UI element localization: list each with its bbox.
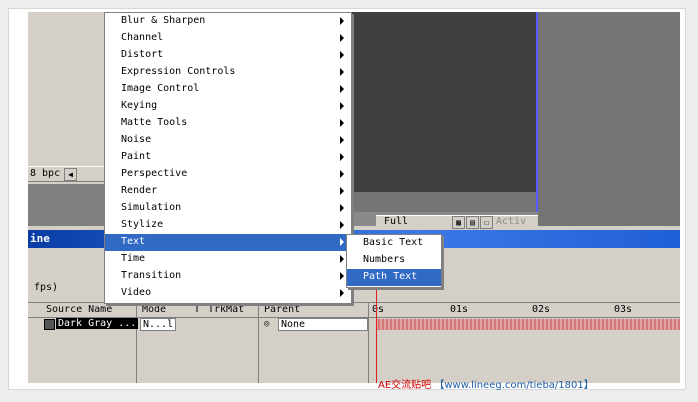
col-trkmat[interactable]: TrkMat — [208, 304, 244, 315]
submenu-arrow-icon — [340, 289, 344, 297]
column-divider — [258, 302, 259, 383]
grid-icon[interactable]: ▦ — [452, 216, 465, 229]
watermark: AE交流贴吧 【www.lineeg.com/tieba/1801】 — [378, 376, 594, 391]
submenu-arrow-icon — [340, 51, 344, 59]
bpc-label[interactable]: 8 bpc — [30, 168, 60, 179]
menu-item-paint[interactable]: Paint — [105, 149, 351, 166]
channel-icon[interactable]: ▤ — [466, 216, 479, 229]
column-divider — [368, 302, 369, 383]
after-effects-window: Full ▦ ▤ ☐ Activ 8 bpc ◀ ine fps) Source… — [28, 12, 680, 383]
region-icon[interactable]: ☐ — [480, 216, 493, 229]
submenu-arrow-icon — [340, 170, 344, 178]
ruler-tick-0: 0s — [372, 304, 385, 315]
submenu-item-numbers[interactable]: Numbers — [347, 252, 441, 269]
column-divider — [136, 302, 137, 383]
menu-item-noise[interactable]: Noise — [105, 132, 351, 149]
menu-item-text[interactable]: Text — [105, 234, 351, 251]
effect-menu: Blur & Sharpen Channel Distort Expressio… — [104, 12, 352, 304]
menu-item-channel[interactable]: Channel — [105, 30, 351, 47]
label-color-swatch[interactable] — [44, 319, 55, 330]
menu-item-matte-tools[interactable]: Matte Tools — [105, 115, 351, 132]
fps-label: fps) — [34, 282, 59, 293]
submenu-arrow-icon — [340, 119, 344, 127]
submenu-arrow-icon — [340, 102, 344, 110]
submenu-arrow-icon — [340, 68, 344, 76]
menu-item-time[interactable]: Time — [105, 251, 351, 268]
watermark-brand: AE交流贴吧 — [378, 380, 432, 391]
ruler-tick-3: 03s — [614, 304, 633, 315]
col-mode[interactable]: Mode — [142, 304, 166, 315]
scroll-left-icon[interactable]: ◀ — [64, 168, 77, 181]
submenu-arrow-icon — [340, 136, 344, 144]
menu-item-distort[interactable]: Distort — [105, 47, 351, 64]
pickwhip-icon[interactable]: ◎ — [264, 319, 269, 329]
layer-name[interactable]: Dark Gray ... — [56, 318, 139, 329]
menu-item-stylize[interactable]: Stylize — [105, 217, 351, 234]
menu-item-image-control[interactable]: Image Control — [105, 81, 351, 98]
submenu-arrow-icon — [340, 238, 344, 246]
ruler-tick-2: 02s — [532, 304, 551, 315]
submenu-arrow-icon — [340, 272, 344, 280]
project-gray-area — [28, 184, 104, 226]
timeline-title: ine — [30, 232, 50, 245]
submenu-item-path-text[interactable]: Path Text — [347, 269, 441, 286]
menu-item-simulation[interactable]: Simulation — [105, 200, 351, 217]
submenu-arrow-icon — [340, 153, 344, 161]
submenu-arrow-icon — [340, 85, 344, 93]
menu-item-expression-controls[interactable]: Expression Controls — [105, 64, 351, 81]
submenu-arrow-icon — [340, 204, 344, 212]
col-t[interactable]: T — [194, 304, 200, 315]
timeline-column-headers: Source Name Mode T TrkMat Parent 0s 01s … — [28, 302, 680, 318]
comp-frame-border — [536, 12, 538, 226]
layer-duration-bar[interactable] — [376, 319, 680, 330]
watermark-url: 【www.lineeg.com/tieba/1801】 — [434, 380, 594, 391]
col-parent[interactable]: Parent — [264, 304, 300, 315]
submenu-arrow-icon — [340, 221, 344, 229]
parent-dropdown[interactable]: None — [278, 318, 368, 331]
menu-item-blur-sharpen[interactable]: Blur & Sharpen — [105, 13, 351, 30]
menu-item-keying[interactable]: Keying — [105, 98, 351, 115]
current-time-indicator[interactable] — [376, 288, 377, 383]
menu-item-render[interactable]: Render — [105, 183, 351, 200]
menu-item-transition[interactable]: Transition — [105, 268, 351, 285]
active-camera-dropdown[interactable]: Activ — [496, 216, 526, 227]
menu-item-perspective[interactable]: Perspective — [105, 166, 351, 183]
submenu-arrow-icon — [340, 187, 344, 195]
composition-canvas[interactable] — [348, 12, 536, 192]
project-footer: 8 bpc ◀ — [28, 166, 104, 182]
viewer-toolbar: Full ▦ ▤ ☐ Activ — [376, 215, 538, 229]
col-source-name[interactable]: Source Name — [46, 304, 112, 315]
submenu-arrow-icon — [340, 34, 344, 42]
ruler-tick-1: 01s — [450, 304, 469, 315]
submenu-arrow-icon — [340, 17, 344, 25]
text-submenu: Basic Text Numbers Path Text — [346, 234, 442, 288]
menu-item-video[interactable]: Video — [105, 285, 351, 302]
mode-dropdown[interactable]: N...l — [140, 318, 177, 331]
resolution-dropdown[interactable]: Full — [384, 216, 408, 227]
submenu-item-basic-text[interactable]: Basic Text — [347, 235, 441, 252]
submenu-arrow-icon — [340, 255, 344, 263]
